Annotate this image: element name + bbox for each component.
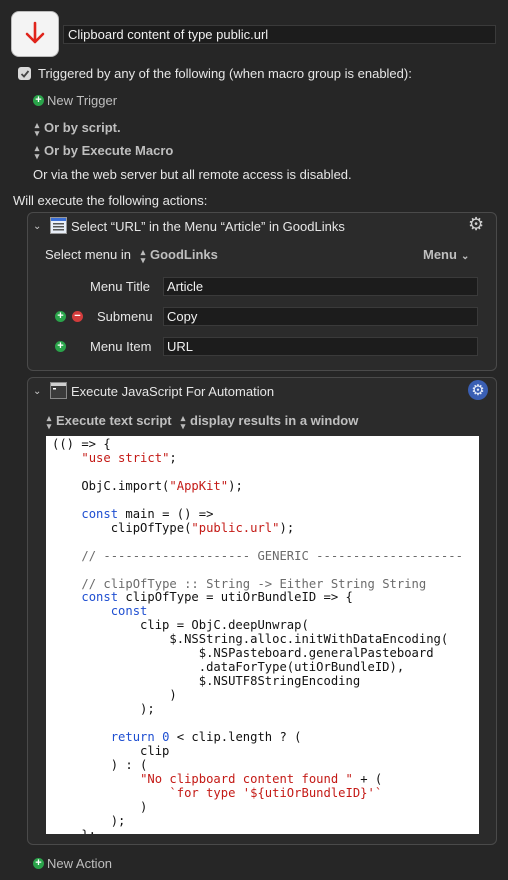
add-icon: +: [33, 858, 44, 869]
updown-chevron-icon: ▴ ▾: [34, 119, 40, 138]
new-action-button[interactable]: + New Action: [33, 856, 112, 871]
script-code[interactable]: (() => { "use strict"; ObjC.import("AppK…: [52, 437, 479, 834]
submenu-label: Submenu: [97, 309, 153, 324]
script-window-icon: [51, 383, 66, 390]
execute-mode-popup[interactable]: ▴ ▾ Execute text script: [45, 413, 172, 430]
script-editor-icon: [50, 382, 67, 399]
disclosure-chevron-icon[interactable]: ⌄: [33, 221, 41, 232]
execute-mode-label: Execute text script: [56, 413, 172, 428]
updown-chevron-icon: ▴ ▾: [140, 246, 146, 265]
menu-item-label: Menu Item: [90, 339, 152, 354]
or-by-script-popup[interactable]: ▴ ▾ Or by script.: [33, 120, 121, 137]
chevron-down-icon: ⌄: [460, 251, 470, 262]
new-trigger-label: New Trigger: [47, 93, 118, 108]
web-server-note: Or via the web server but all remote acc…: [33, 167, 352, 182]
updown-chevron-icon: ▴ ▾: [34, 142, 40, 161]
new-action-label: New Action: [47, 856, 113, 871]
triggered-checkbox[interactable]: [18, 67, 31, 80]
macro-icon[interactable]: [11, 11, 59, 57]
menu-mode-label: Menu: [423, 247, 457, 262]
or-by-script-label: Or by script.: [44, 120, 121, 135]
results-mode-label: display results in a window: [190, 413, 359, 428]
macro-title-field[interactable]: Clipboard content of type public.url: [63, 25, 496, 44]
menu-mode-popup[interactable]: Menu ⌄: [423, 247, 469, 262]
checkmark-icon: [20, 69, 29, 78]
results-mode-popup[interactable]: ▴ ▾ display results in a window: [179, 412, 359, 431]
action1-title: Select “URL” in the Menu “Article” in Go…: [71, 219, 345, 234]
gear-icon[interactable]: ⚙: [468, 380, 488, 400]
submenu-field[interactable]: Copy: [163, 307, 478, 326]
menu-list-icon: [51, 218, 66, 231]
arrow-down-icon: [25, 21, 45, 44]
menu-title-label: Menu Title: [90, 279, 150, 294]
menu-action-icon: [50, 217, 67, 234]
select-menu-in-label: Select menu in: [45, 247, 131, 262]
target-app-popup[interactable]: ▴ ▾ GoodLinks: [139, 247, 218, 264]
or-by-execute-macro-label: Or by Execute Macro: [44, 143, 174, 158]
action2-title: Execute JavaScript For Automation: [71, 384, 275, 399]
menu-title-field[interactable]: Article: [163, 277, 478, 296]
remove-submenu-icon[interactable]: −: [72, 311, 83, 322]
target-app-label: GoodLinks: [150, 247, 218, 262]
triggered-label: Triggered by any of the following (when …: [38, 66, 412, 81]
gear-icon[interactable]: ⚙: [468, 214, 484, 235]
actions-header: Will execute the following actions:: [13, 193, 208, 208]
add-icon: +: [33, 95, 44, 106]
updown-chevron-icon: ▴ ▾: [46, 412, 52, 431]
disclosure-chevron-icon[interactable]: ⌄: [33, 386, 41, 397]
menu-item-field[interactable]: URL: [163, 337, 478, 356]
add-menu-item-icon[interactable]: +: [55, 341, 66, 352]
updown-chevron-icon: ▴ ▾: [180, 412, 186, 431]
new-trigger-button[interactable]: + New Trigger: [33, 93, 117, 108]
script-editor[interactable]: (() => { "use strict"; ObjC.import("AppK…: [46, 436, 479, 834]
or-by-execute-macro-popup[interactable]: ▴ ▾ Or by Execute Macro: [33, 142, 174, 161]
add-submenu-icon[interactable]: +: [55, 311, 66, 322]
